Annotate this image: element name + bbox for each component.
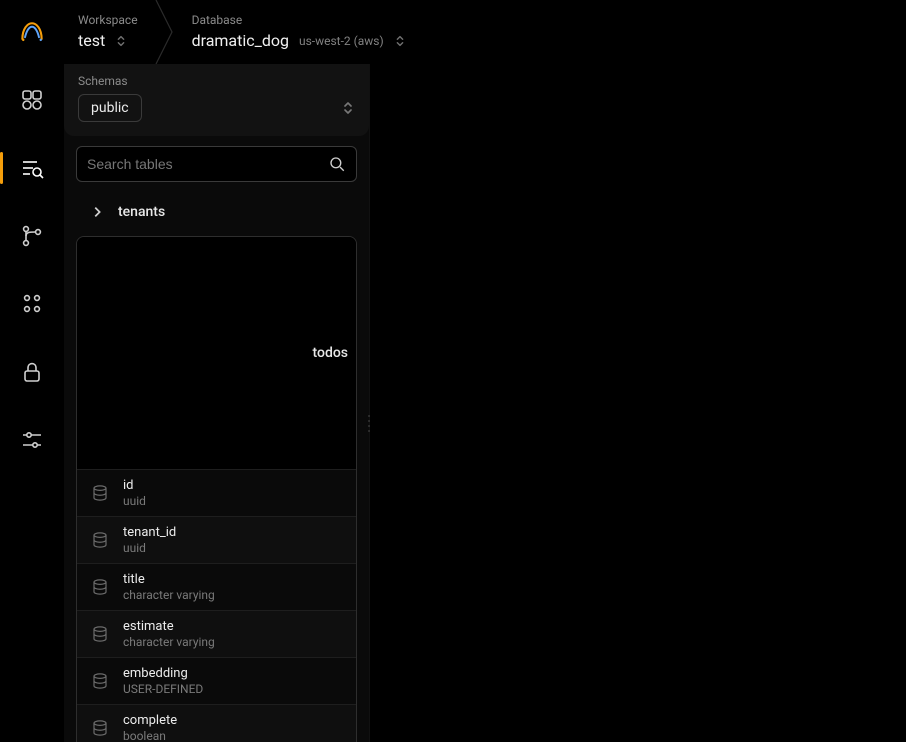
table-node-todos: todos id uuid bbox=[76, 236, 357, 742]
search-icon bbox=[328, 155, 346, 173]
column-row[interactable]: embedding USER-DEFINED bbox=[77, 657, 356, 704]
nav-dashboard[interactable] bbox=[14, 82, 50, 118]
breadcrumb: Workspace test Database dramatic_dog us-… bbox=[64, 0, 426, 64]
nav-branches[interactable] bbox=[14, 218, 50, 254]
database-label: Database bbox=[192, 13, 406, 27]
table-name: tenants bbox=[118, 204, 165, 220]
column-name: complete bbox=[123, 713, 177, 728]
chevron-updown-icon bbox=[394, 34, 406, 48]
column-type: character varying bbox=[123, 635, 215, 649]
database-icon bbox=[91, 672, 109, 690]
search-wrap bbox=[64, 136, 369, 190]
workspace-label: Workspace bbox=[78, 13, 138, 27]
chevron-down-icon bbox=[91, 249, 299, 457]
database-value: dramatic_dog bbox=[192, 31, 289, 50]
chevron-right-icon bbox=[90, 205, 104, 219]
panel-resize-handle[interactable] bbox=[365, 403, 373, 443]
tenants-icon bbox=[20, 292, 44, 316]
schema-chip[interactable]: public bbox=[78, 94, 142, 122]
column-row[interactable]: id uuid bbox=[77, 469, 356, 516]
breadcrumb-separator bbox=[158, 0, 178, 64]
nav-tenants[interactable] bbox=[14, 286, 50, 322]
table-header-todos[interactable]: todos bbox=[77, 237, 356, 469]
column-type: uuid bbox=[123, 494, 146, 508]
column-type: uuid bbox=[123, 541, 176, 555]
column-type: USER-DEFINED bbox=[123, 682, 203, 696]
nav-settings[interactable] bbox=[14, 422, 50, 458]
column-name: title bbox=[123, 572, 215, 587]
nav-rail bbox=[0, 64, 64, 742]
column-name: id bbox=[123, 478, 146, 493]
column-name: embedding bbox=[123, 666, 203, 681]
schema-selector-block: Schemas public bbox=[64, 64, 369, 136]
lock-icon bbox=[20, 360, 44, 384]
chevron-updown-icon[interactable] bbox=[341, 100, 355, 116]
database-icon bbox=[91, 484, 109, 502]
column-type: boolean bbox=[123, 729, 177, 742]
main-area: Schemas public bbox=[0, 64, 906, 742]
nile-logo-icon[interactable] bbox=[18, 18, 46, 46]
tables-tree: tenants todos bbox=[64, 190, 369, 742]
dashboard-icon bbox=[20, 88, 44, 112]
table-node-tenants[interactable]: tenants bbox=[76, 194, 357, 230]
database-icon bbox=[91, 531, 109, 549]
logo-container bbox=[0, 0, 64, 64]
search-box[interactable] bbox=[76, 146, 357, 182]
database-region: us-west-2 (aws) bbox=[299, 34, 384, 48]
query-editor-icon bbox=[20, 156, 44, 180]
content-area bbox=[370, 64, 906, 742]
schema-label: Schemas bbox=[78, 74, 355, 88]
database-icon bbox=[91, 625, 109, 643]
database-icon bbox=[91, 719, 109, 737]
column-name: tenant_id bbox=[123, 525, 176, 540]
workspace-value: test bbox=[78, 31, 105, 50]
nav-security[interactable] bbox=[14, 354, 50, 390]
chevron-updown-icon bbox=[115, 34, 127, 48]
column-list-todos: id uuid tenant_id uuid bbox=[77, 469, 356, 742]
search-input[interactable] bbox=[87, 156, 328, 172]
table-name: todos bbox=[313, 345, 348, 361]
column-row[interactable]: tenant_id uuid bbox=[77, 516, 356, 563]
app-header: Workspace test Database dramatic_dog us-… bbox=[0, 0, 906, 64]
column-row[interactable]: complete boolean bbox=[77, 704, 356, 742]
database-icon bbox=[91, 578, 109, 596]
branches-icon bbox=[20, 224, 44, 248]
breadcrumb-workspace[interactable]: Workspace test bbox=[64, 0, 158, 64]
settings-icon bbox=[20, 428, 44, 452]
column-row[interactable]: title character varying bbox=[77, 563, 356, 610]
tables-panel: Schemas public bbox=[64, 64, 370, 742]
breadcrumb-database[interactable]: Database dramatic_dog us-west-2 (aws) bbox=[178, 0, 426, 64]
column-type: character varying bbox=[123, 588, 215, 602]
nav-query-editor[interactable] bbox=[14, 150, 50, 186]
column-row[interactable]: estimate character varying bbox=[77, 610, 356, 657]
column-name: estimate bbox=[123, 619, 215, 634]
